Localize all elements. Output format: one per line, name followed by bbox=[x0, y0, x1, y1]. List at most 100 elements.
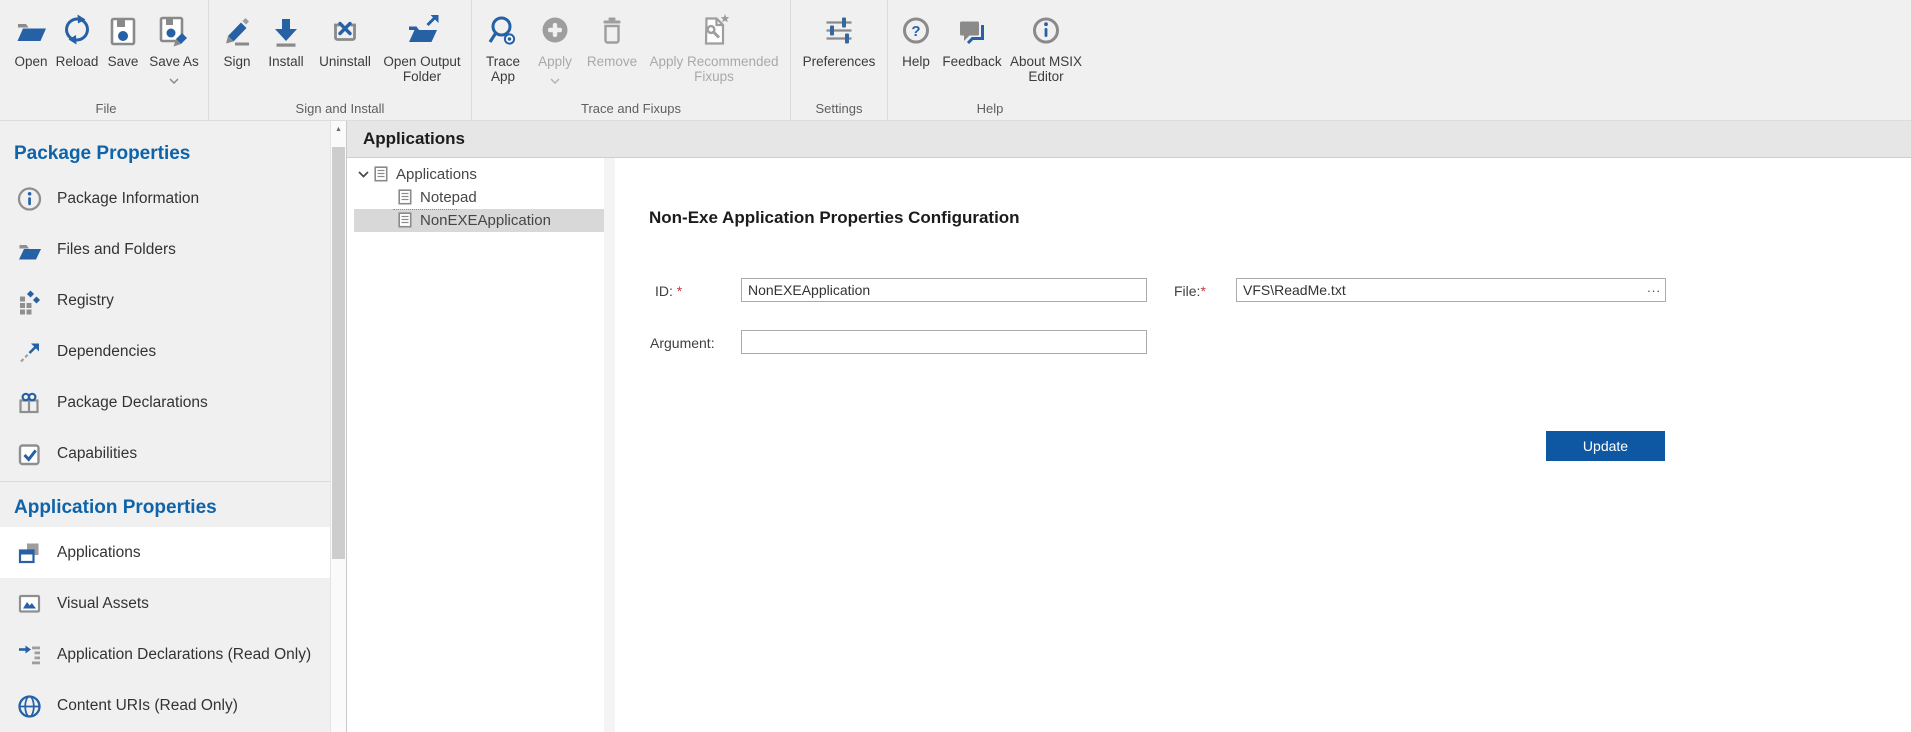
sign-button[interactable]: Sign bbox=[214, 0, 260, 69]
sidebar-item-files-and-folders[interactable]: Files and Folders bbox=[0, 224, 330, 275]
remove-button-label: Remove bbox=[587, 54, 637, 69]
about-msix-editor-button[interactable]: About MSIX Editor bbox=[1005, 0, 1087, 85]
required-asterisk: * bbox=[1200, 283, 1205, 299]
feedback-icon bbox=[954, 11, 990, 51]
save-as-button[interactable]: Save As bbox=[145, 0, 203, 89]
focus-dots bbox=[393, 209, 457, 210]
file-label-text: File: bbox=[1174, 283, 1200, 299]
open-button[interactable]: Open bbox=[9, 0, 53, 69]
sign-pencil-icon bbox=[219, 11, 255, 51]
file-label: File:* bbox=[1174, 283, 1206, 299]
sidebar-item-label: Package Declarations bbox=[57, 394, 208, 412]
argument-input[interactable] bbox=[741, 330, 1147, 354]
trace-app-button[interactable]: Trace App bbox=[477, 0, 529, 85]
ribbon-group-sign-install: Sign Install Uninstall bbox=[208, 0, 471, 120]
sidebar-item-label: Content URIs (Read Only) bbox=[57, 697, 238, 715]
save-as-icon bbox=[156, 11, 192, 51]
sidebar-divider bbox=[0, 481, 330, 482]
remove-trash-icon bbox=[594, 11, 630, 51]
reload-button[interactable]: Reload bbox=[53, 0, 101, 69]
about-msix-editor-button-label: About MSIX Editor bbox=[1005, 54, 1087, 85]
sidebar-item-capabilities[interactable]: Capabilities bbox=[0, 428, 330, 479]
sidebar-item-application-declarations[interactable]: Application Declarations (Read Only) bbox=[0, 629, 330, 680]
id-input[interactable] bbox=[741, 278, 1147, 302]
open-output-folder-icon bbox=[404, 11, 440, 51]
sidebar-item-visual-assets[interactable]: Visual Assets bbox=[0, 578, 330, 629]
svg-text:?: ? bbox=[911, 23, 920, 40]
save-as-button-label: Save As bbox=[149, 54, 199, 69]
open-output-folder-button[interactable]: Open Output Folder bbox=[378, 0, 466, 85]
tree-item-notepad[interactable]: Notepad bbox=[347, 186, 604, 209]
update-button[interactable]: Update bbox=[1546, 431, 1665, 461]
ribbon-group-label-file: File bbox=[9, 101, 203, 120]
open-output-folder-button-label: Open Output Folder bbox=[378, 54, 466, 85]
uninstall-button[interactable]: Uninstall bbox=[312, 0, 378, 69]
sidebar-item-applications[interactable]: Applications bbox=[0, 527, 330, 578]
tree-item-nonexeapplication[interactable]: NonEXEApplication bbox=[354, 209, 604, 232]
about-info-icon bbox=[1028, 11, 1064, 51]
app-window-icon bbox=[16, 539, 43, 566]
sidebar-item-package-information[interactable]: Package Information bbox=[0, 173, 330, 224]
save-button[interactable]: Save bbox=[101, 0, 145, 69]
sidebar-item-label: Package Information bbox=[57, 190, 199, 208]
reload-icon bbox=[59, 11, 95, 51]
ribbon-group-settings: Preferences Settings bbox=[790, 0, 887, 120]
ribbon-toolbar: Open Reload Save bbox=[0, 0, 1911, 121]
sidebar-item-content-uris[interactable]: Content URIs (Read Only) bbox=[0, 680, 330, 731]
help-icon: ? bbox=[898, 11, 934, 51]
ribbon-group-label-trace-fixups: Trace and Fixups bbox=[477, 101, 785, 120]
sidebar-item-package-declarations[interactable]: Package Declarations bbox=[0, 377, 330, 428]
chevron-down-icon bbox=[169, 71, 179, 89]
open-button-label: Open bbox=[14, 54, 47, 69]
tree-item-label: NonEXEApplication bbox=[420, 212, 551, 229]
document-icon bbox=[398, 189, 413, 206]
id-label-text: ID: bbox=[655, 283, 673, 299]
ribbon-group-label-settings: Settings bbox=[796, 101, 882, 120]
ribbon-group-label-sign-install: Sign and Install bbox=[214, 101, 466, 120]
preferences-button[interactable]: Preferences bbox=[796, 0, 882, 69]
image-icon bbox=[16, 590, 43, 617]
sidebar-item-label: Dependencies bbox=[57, 343, 156, 361]
ribbon-group-help: ? Help Feedback About MSIX Editor bbox=[887, 0, 1092, 120]
scroll-up-icon[interactable]: ▲ bbox=[331, 121, 346, 138]
install-button[interactable]: Install bbox=[260, 0, 312, 69]
msix-editor-window: Open Reload Save bbox=[0, 0, 1911, 732]
sidebar-item-dependencies[interactable]: Dependencies bbox=[0, 326, 330, 377]
file-input[interactable] bbox=[1236, 278, 1666, 302]
sidebar-item-label: Registry bbox=[57, 292, 114, 310]
dependency-arrow-icon bbox=[16, 338, 43, 365]
sidebar-item-registry[interactable]: Registry bbox=[0, 275, 330, 326]
sidebar-item-label: Files and Folders bbox=[57, 241, 176, 259]
sidebar-item-label: Capabilities bbox=[57, 445, 137, 463]
install-arrow-icon bbox=[268, 11, 304, 51]
id-label: ID: * bbox=[655, 283, 682, 299]
folder-icon bbox=[16, 236, 43, 263]
preferences-sliders-icon bbox=[821, 11, 857, 51]
chevron-down-icon[interactable] bbox=[357, 168, 374, 181]
gift-box-icon bbox=[16, 389, 43, 416]
tree-item-applications[interactable]: Applications bbox=[347, 163, 604, 186]
install-button-label: Install bbox=[268, 54, 303, 69]
apply-button[interactable]: Apply bbox=[529, 0, 581, 89]
navigation-sidebar: Package Properties Package Information F… bbox=[0, 121, 347, 732]
scrollbar-thumb[interactable] bbox=[332, 147, 345, 559]
apply-recommended-fixups-button[interactable]: Apply Recommended Fixups bbox=[643, 0, 785, 85]
form-heading: Non-Exe Application Properties Configura… bbox=[649, 208, 1020, 228]
required-asterisk: * bbox=[673, 283, 682, 299]
package-properties-heading: Package Properties bbox=[0, 121, 330, 173]
sidebar-item-label: Applications bbox=[57, 544, 141, 562]
ribbon-group-file: Open Reload Save bbox=[4, 0, 208, 120]
panel-splitter[interactable] bbox=[604, 158, 615, 732]
save-button-label: Save bbox=[108, 54, 139, 69]
save-icon bbox=[105, 11, 141, 51]
sidebar-scrollbar[interactable]: ▲ bbox=[330, 121, 347, 732]
remove-button[interactable]: Remove bbox=[581, 0, 643, 69]
help-button[interactable]: ? Help bbox=[893, 0, 939, 69]
document-icon bbox=[398, 212, 413, 229]
browse-button[interactable]: ... bbox=[1647, 280, 1661, 295]
fixups-page-icon bbox=[696, 11, 732, 51]
feedback-button[interactable]: Feedback bbox=[939, 0, 1005, 69]
uninstall-icon bbox=[327, 11, 363, 51]
arrow-list-icon bbox=[16, 641, 43, 668]
page-title: Applications bbox=[363, 129, 465, 149]
